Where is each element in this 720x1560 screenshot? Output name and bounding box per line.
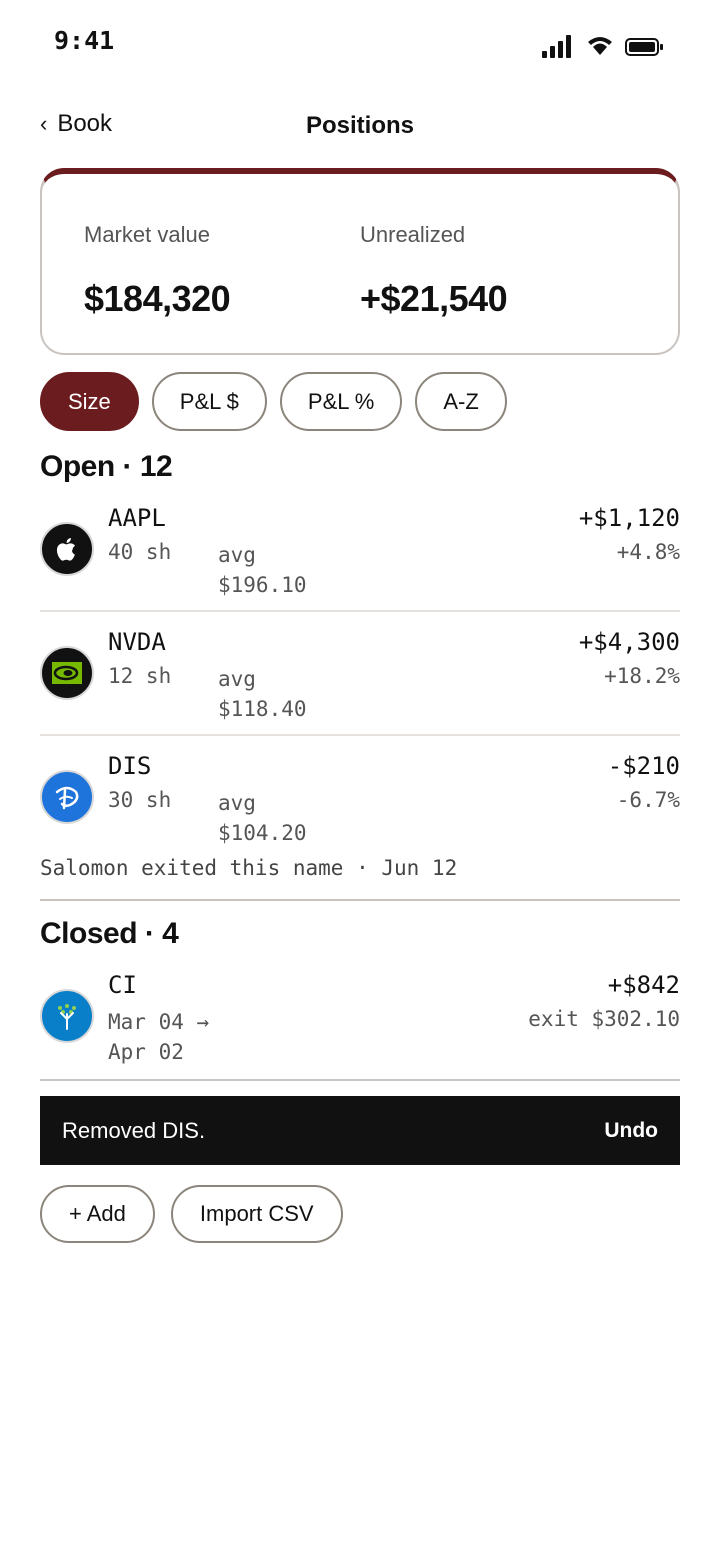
open-date: Mar 04 →: [108, 1010, 210, 1034]
position-pct: -6.7%: [616, 788, 680, 812]
sort-chip-pl-percent[interactable]: P&L %: [279, 372, 403, 431]
open-section-title: Open · 12: [40, 450, 173, 483]
wifi-icon: [588, 37, 612, 55]
sort-chips: Size P&L $ P&L % A-Z: [40, 372, 507, 431]
position-ticker: NVDA: [108, 628, 166, 656]
unrealized-label: Unrealized: [360, 222, 466, 247]
position-shares: 30 sh: [108, 788, 172, 812]
signal-icon: [542, 35, 571, 58]
position-pl: +$4,300: [578, 628, 680, 656]
position-ticker: DIS: [108, 752, 152, 780]
position-ticker: CI: [108, 971, 137, 999]
unrealized-metric: Unrealized +$21,540: [360, 222, 508, 320]
sort-chip-size[interactable]: Size: [40, 372, 139, 431]
market-value-metric: Market value $184,320: [84, 222, 231, 320]
apple-logo-icon: [40, 522, 94, 576]
status-time: 9:41: [54, 26, 115, 55]
market-value: $184,320: [84, 278, 231, 319]
position-pct: +18.2%: [604, 664, 680, 688]
bottom-actions: + Add Import CSV: [40, 1185, 343, 1243]
position-shares: 12 sh: [108, 664, 172, 688]
disney-logo-icon: [40, 770, 94, 824]
import-csv-button[interactable]: Import CSV: [170, 1185, 343, 1243]
unrealized-value: +$21,540: [360, 278, 508, 319]
sort-chip-az[interactable]: A-Z: [415, 372, 507, 431]
undo-toast: Removed DIS. Undo: [40, 1096, 680, 1165]
closed-section-title: Closed · 4: [40, 917, 179, 950]
summary-card: Market value $184,320 Unrealized +$21,54…: [40, 168, 680, 355]
market-value-label: Market value: [84, 222, 210, 247]
toast-message: Removed DIS.: [62, 1117, 206, 1143]
position-avg: avg $104.20: [218, 788, 307, 848]
position-exit-price: exit $302.10: [528, 1007, 680, 1031]
section-divider: [40, 899, 680, 901]
battery-icon: [625, 38, 663, 56]
sort-chip-pl-dollar[interactable]: P&L $: [151, 372, 267, 431]
position-pl: +$842: [607, 971, 680, 999]
avg-price: $104.20: [218, 821, 307, 845]
avg-price: $196.10: [218, 573, 307, 597]
avg-label: avg: [218, 667, 256, 691]
cigna-logo-icon: [40, 989, 94, 1043]
position-pl: +$1,120: [578, 504, 680, 532]
position-pct: +4.8%: [616, 540, 680, 564]
position-avg: avg $196.10: [218, 540, 307, 600]
undo-button[interactable]: Undo: [604, 1119, 658, 1143]
position-row-ci[interactable]: CI Mar 04 → Apr 02 +$842 exit $302.10: [40, 971, 680, 1071]
position-ticker: AAPL: [108, 504, 166, 532]
avg-label: avg: [218, 791, 256, 815]
position-pl: -$210: [607, 752, 680, 780]
add-position-button[interactable]: + Add: [40, 1185, 155, 1243]
page-title: Positions: [305, 112, 414, 139]
section-divider: [40, 1079, 680, 1081]
exit-note: Salomon exited this name · Jun 12: [40, 856, 458, 880]
position-shares: 40 sh: [108, 540, 172, 564]
position-row-dis[interactable]: DIS 30 sh avg $104.20 -$210 -6.7%: [40, 752, 680, 852]
position-avg: avg $118.40: [218, 664, 307, 724]
row-divider: [40, 734, 680, 736]
position-row-aapl[interactable]: AAPL 40 sh avg $196.10 +$1,120 +4.8%: [40, 504, 680, 604]
avg-price: $118.40: [218, 697, 307, 721]
avg-label: avg: [218, 543, 256, 567]
position-row-nvda[interactable]: NVDA 12 sh avg $118.40 +$4,300 +18.2%: [40, 628, 680, 728]
status-icons: [542, 34, 664, 60]
nvidia-logo-icon: [40, 646, 94, 700]
row-divider: [40, 610, 680, 612]
close-date: Apr 02: [108, 1040, 184, 1064]
position-dates: Mar 04 → Apr 02: [108, 1007, 209, 1067]
